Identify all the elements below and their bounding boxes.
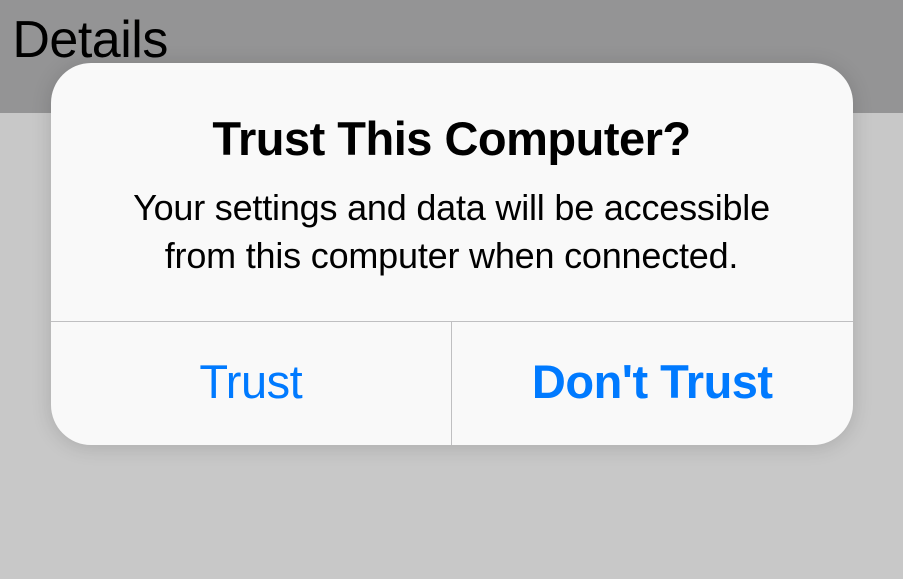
dialog-content: Trust This Computer? Your settings and d… bbox=[51, 63, 853, 321]
dialog-button-row: Trust Don't Trust bbox=[51, 321, 853, 445]
dont-trust-button[interactable]: Don't Trust bbox=[452, 322, 853, 445]
background-page-title: e Details bbox=[0, 10, 168, 70]
trust-computer-dialog: Trust This Computer? Your settings and d… bbox=[51, 63, 853, 445]
dialog-message: Your settings and data will be accessibl… bbox=[111, 184, 793, 279]
dialog-title: Trust This Computer? bbox=[111, 111, 793, 166]
trust-button[interactable]: Trust bbox=[51, 322, 453, 445]
